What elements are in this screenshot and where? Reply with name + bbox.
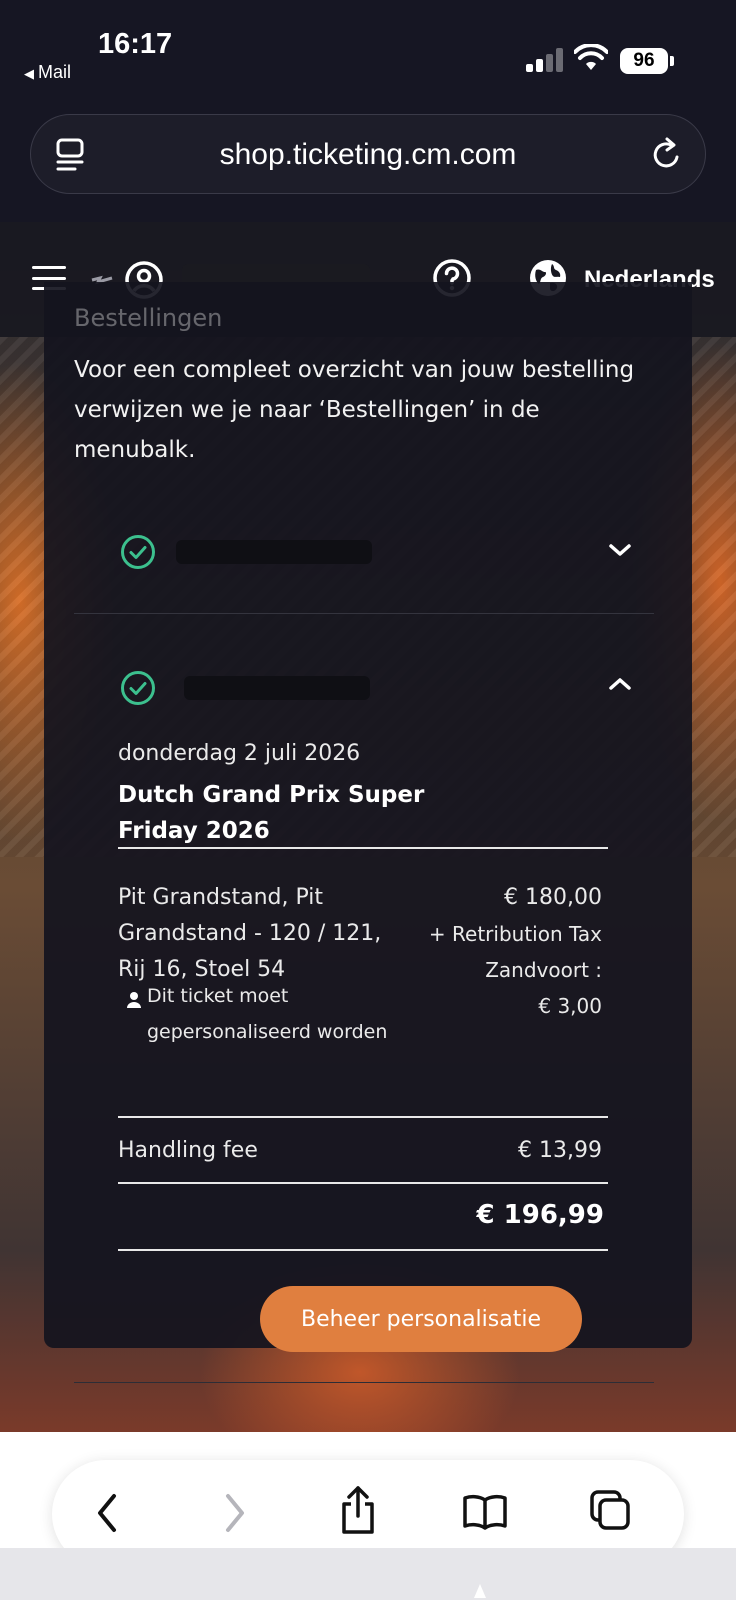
check-circle-icon: [121, 535, 155, 569]
manage-personalisation-button[interactable]: Beheer personalisatie: [260, 1286, 582, 1352]
divider: [74, 1382, 654, 1383]
order-total: € 196,99: [476, 1200, 604, 1230]
battery-indicator: 96: [620, 48, 668, 74]
back-to-mail-link[interactable]: ◀ Mail: [24, 62, 71, 83]
person-icon: [127, 992, 141, 1008]
status-time: 16:17: [98, 28, 173, 60]
back-icon[interactable]: [92, 1490, 122, 1536]
chevron-down-icon[interactable]: [608, 542, 632, 558]
address-bar[interactable]: shop.ticketing.cm.com: [30, 114, 706, 194]
divider: [118, 1182, 608, 1184]
event-title: Dutch Grand Prix Super Friday 2026: [118, 782, 425, 844]
home-indicator-area: [0, 1548, 736, 1600]
redacted-order-name: [176, 540, 372, 564]
seat-details: Pit Grandstand, Pit Grandstand - 120 / 1…: [118, 885, 382, 982]
order-card: Bestellingen Voor een compleet overzicht…: [44, 282, 692, 1383]
browser-top-chrome: 16:17 ◀ Mail 96 shop.ticketing.cm.com: [0, 0, 736, 222]
chevron-up-icon[interactable]: [608, 676, 632, 692]
divider: [118, 847, 608, 849]
cellular-signal-icon: [526, 48, 564, 72]
bookmarks-icon[interactable]: [462, 1492, 508, 1532]
share-icon[interactable]: [338, 1484, 378, 1536]
event-date: donderdag 2 juli 2026: [118, 741, 361, 766]
order-accordion-expanded[interactable]: [74, 652, 654, 722]
intro-text: Voor een compleet overzicht van jouw bes…: [74, 357, 635, 463]
battery-nub: [670, 56, 674, 66]
handling-fee-value: € 13,99: [518, 1138, 602, 1163]
check-circle-icon: [121, 671, 155, 705]
forward-icon[interactable]: [220, 1490, 250, 1536]
ticket-price-block: € 180,00 + Retribution Tax Zandvoort : €…: [414, 880, 602, 1024]
web-page: Nederlands Bestellingen Voor een complee…: [0, 222, 736, 1432]
order-accordion-collapsed[interactable]: [74, 516, 654, 614]
url-text: shop.ticketing.cm.com: [219, 138, 517, 171]
personalisation-note: Dit ticket moet gepersonaliseerd worden: [147, 985, 388, 1043]
tabs-icon[interactable]: [588, 1488, 632, 1532]
wifi-icon: [574, 44, 608, 70]
tax-value: € 3,00: [538, 994, 602, 1018]
handling-fee-label: Handling fee: [118, 1138, 258, 1163]
tax-note: + Retribution Tax Zandvoort :: [428, 922, 602, 982]
scroll-caret-icon: [474, 1584, 486, 1598]
card-title: Bestellingen: [74, 304, 223, 332]
back-triangle-icon: ◀: [24, 66, 34, 81]
back-app-label: Mail: [38, 62, 72, 82]
reload-icon[interactable]: [649, 135, 685, 173]
divider: [118, 1249, 608, 1251]
ticket-price: € 180,00: [504, 885, 602, 910]
redacted-order-name: [184, 676, 370, 700]
divider: [118, 1116, 608, 1118]
